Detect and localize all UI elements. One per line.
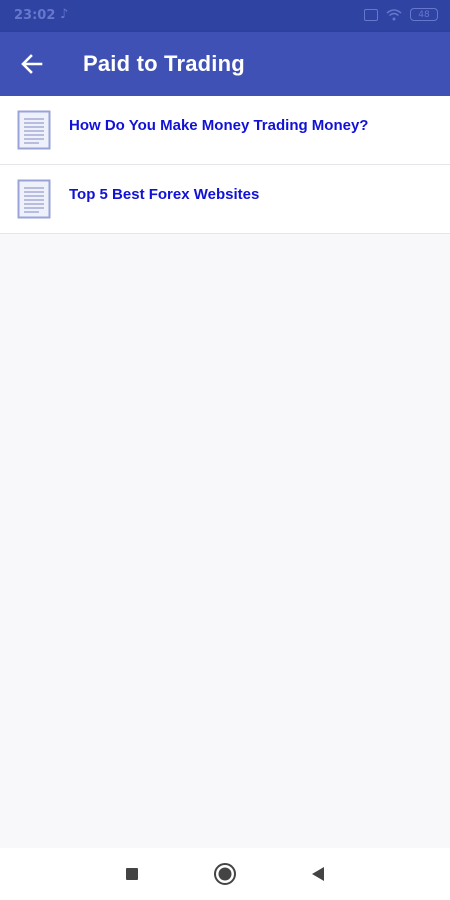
page-title: Paid to Trading — [83, 51, 245, 76]
system-back-button[interactable] — [304, 860, 332, 888]
home-button[interactable] — [211, 860, 239, 888]
article-item[interactable]: Top 5 Best Forex Websites — [0, 165, 450, 234]
tiktok-notification-icon: ♪ — [60, 7, 69, 22]
article-list: How Do You Make Money Trading Money? Top… — [0, 96, 450, 234]
article-item[interactable]: How Do You Make Money Trading Money? — [0, 96, 450, 165]
sim-icon — [364, 8, 378, 21]
article-title: How Do You Make Money Trading Money? — [69, 117, 369, 134]
document-icon — [17, 110, 51, 150]
arrow-left-icon — [21, 54, 43, 74]
triangle-back-icon — [312, 867, 324, 881]
battery-indicator: 48 — [410, 8, 438, 21]
article-title: Top 5 Best Forex Websites — [69, 186, 260, 203]
square-icon — [126, 868, 138, 880]
status-time: 23:02 — [14, 8, 56, 23]
status-bar: 23:02 ♪ 48 — [0, 0, 450, 32]
status-icons: 48 — [364, 8, 438, 21]
wifi-icon — [386, 8, 402, 20]
app-bar: Paid to Trading — [0, 32, 450, 96]
back-button[interactable] — [14, 48, 50, 80]
system-navigation-bar — [0, 848, 450, 900]
document-icon — [17, 179, 51, 219]
recent-apps-button[interactable] — [118, 860, 146, 888]
circle-icon — [214, 863, 236, 885]
